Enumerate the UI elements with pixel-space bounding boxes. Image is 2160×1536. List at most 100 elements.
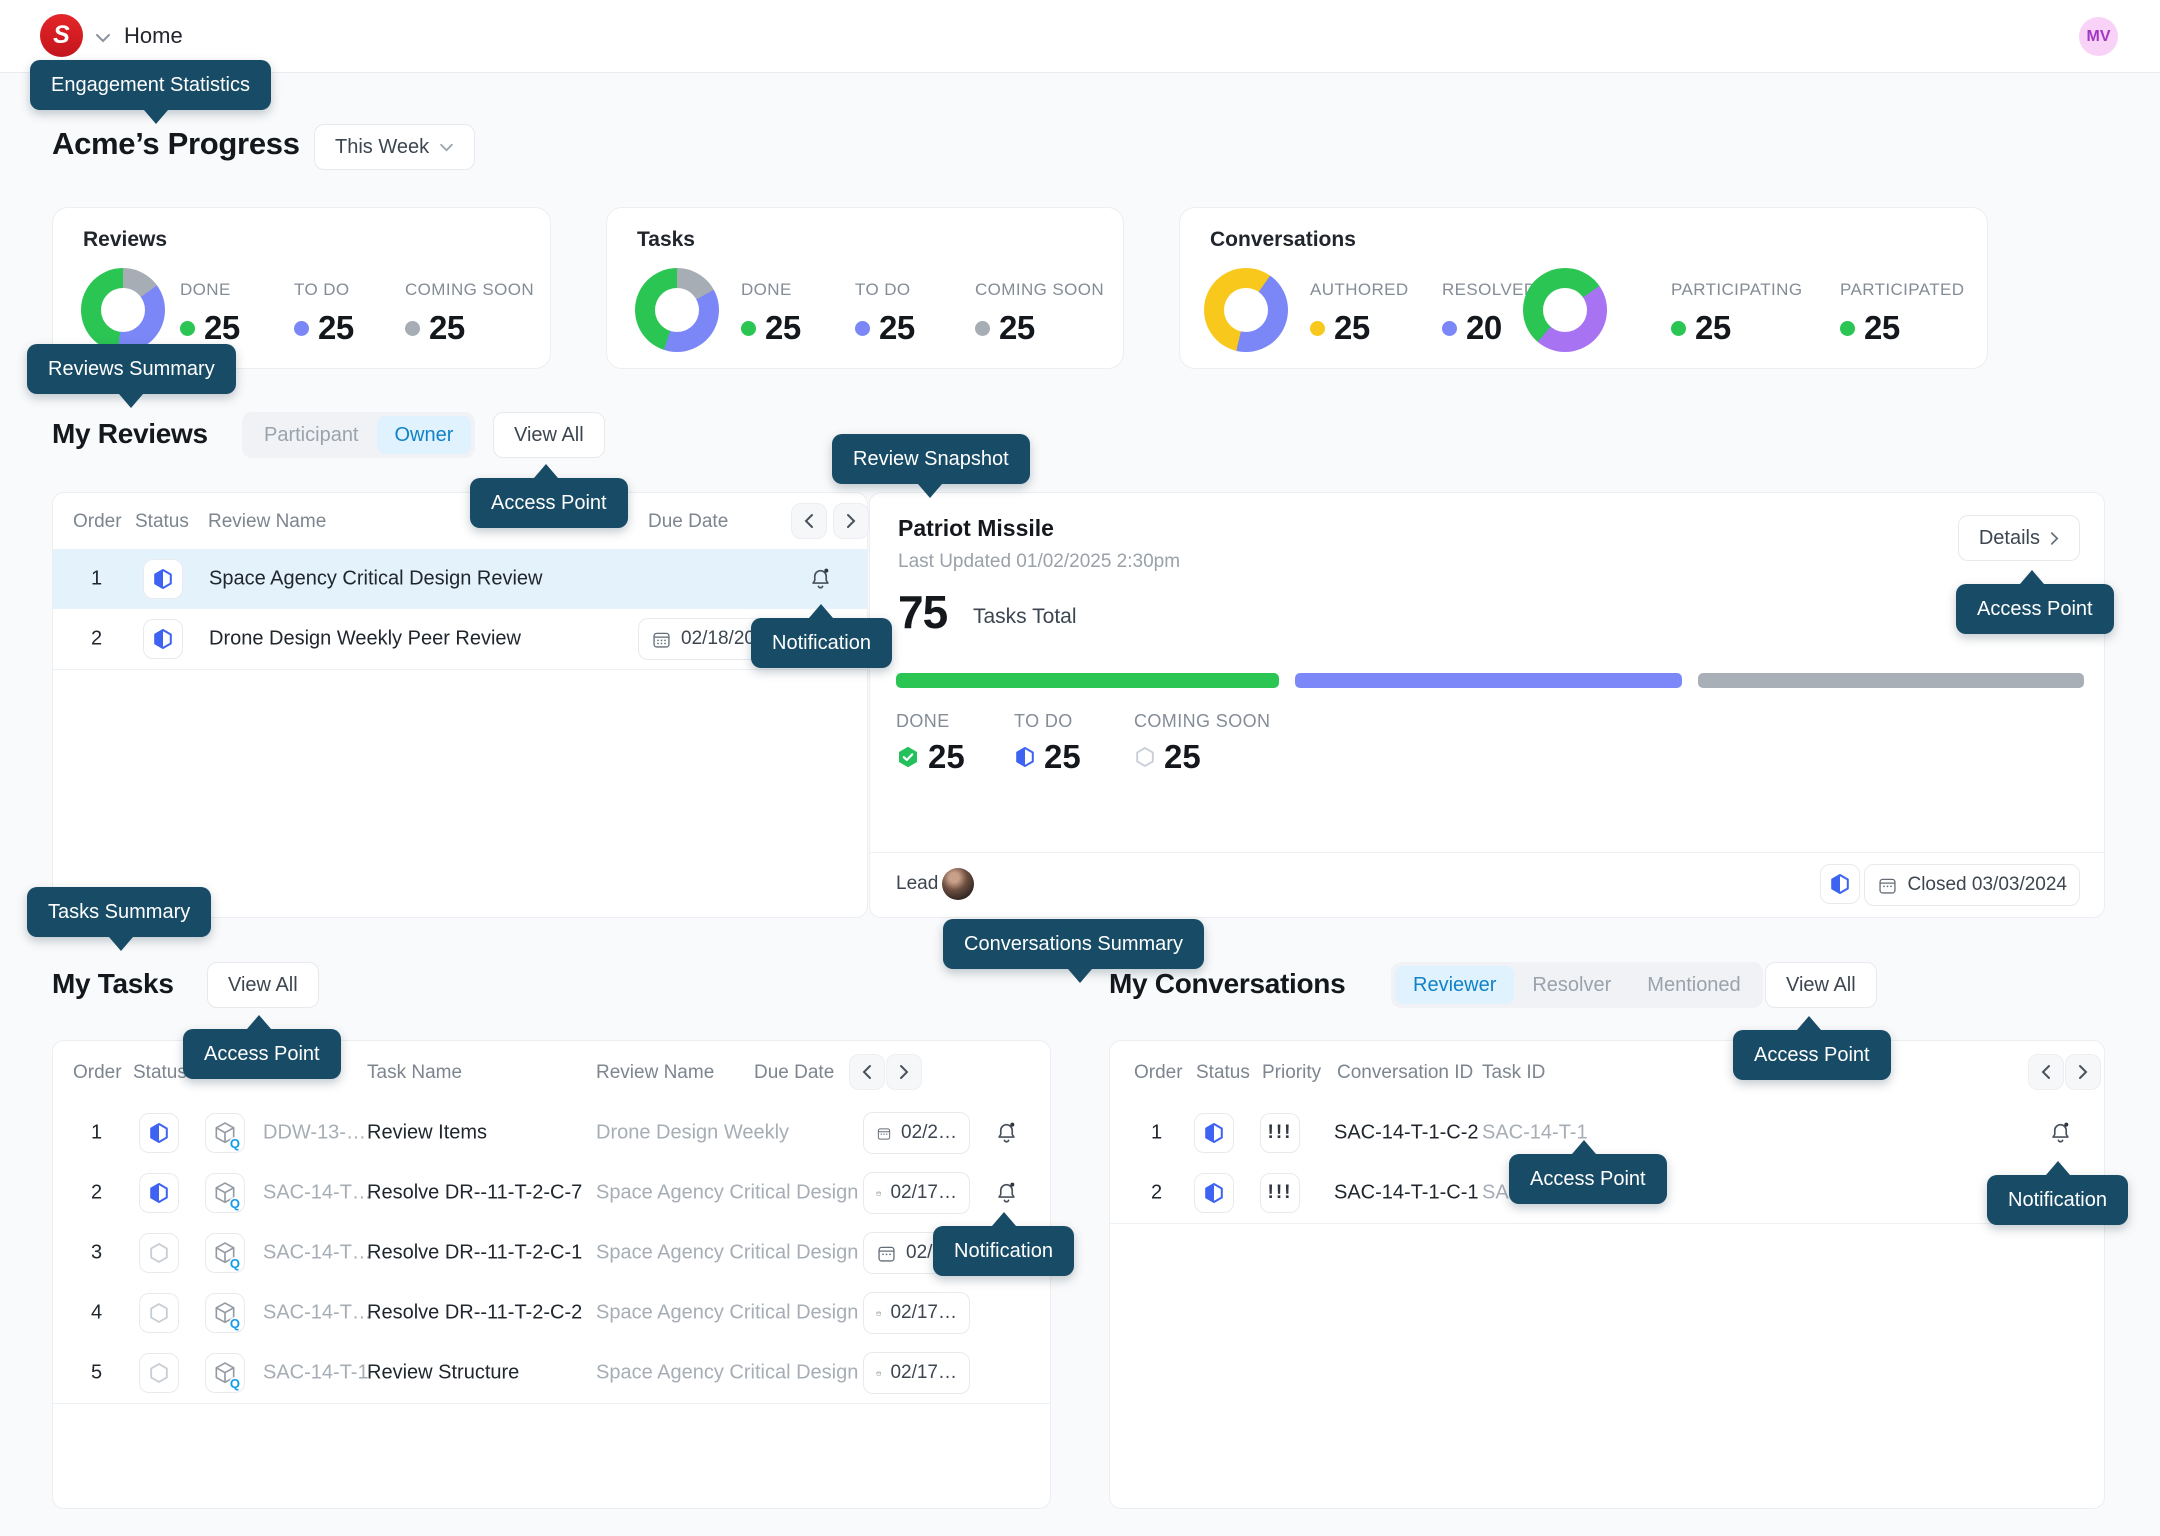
task-cube-icon: Q [205, 1113, 245, 1153]
tab-reviewer[interactable]: Reviewer [1395, 966, 1514, 1004]
order-number: 2 [1151, 1182, 1162, 1205]
status-upcoming-icon [139, 1233, 179, 1273]
calendar-icon [1877, 875, 1898, 896]
todo-dot-icon [855, 321, 870, 336]
col-priority: Priority [1262, 1062, 1321, 1084]
due-date-chip[interactable]: 02/2… [863, 1112, 970, 1154]
conversations-view-all-button[interactable]: View All [1765, 962, 1877, 1008]
metric-value: 25 [1044, 738, 1081, 776]
notification-bell-icon[interactable] [2048, 1120, 2073, 1150]
next-page-button[interactable] [2065, 1054, 2101, 1090]
snapshot-metric-todo: TO DO 25 [1014, 711, 1081, 776]
snapshot-footer: Lead Closed 03/03/2024 [870, 852, 2104, 917]
prev-page-button[interactable] [849, 1054, 885, 1090]
review-row-1[interactable]: 1 Space Agency Critical Design Review [53, 549, 867, 610]
task-id: DDW-13-… [263, 1122, 366, 1145]
done-dot-icon [741, 321, 756, 336]
metric-value: 25 [429, 309, 465, 347]
reviews-donut-chart [81, 268, 165, 352]
callout-notification-tasks: Notification [933, 1226, 1074, 1276]
conversations-metric-authored: AUTHORED 25 [1310, 280, 1409, 347]
metric-label: PARTICIPATING [1671, 280, 1802, 300]
participated-dot-icon [1840, 321, 1855, 336]
calendar-icon [651, 629, 672, 650]
lead-label: Lead [896, 873, 938, 895]
breadcrumb-home[interactable]: Home [124, 23, 183, 49]
callout-access-point-conversation-row: Access Point [1509, 1154, 1667, 1204]
reviews-view-all-button[interactable]: View All [493, 412, 605, 458]
prev-page-button[interactable] [791, 503, 827, 539]
metric-value: 25 [1334, 309, 1370, 347]
tab-owner[interactable]: Owner [377, 416, 472, 454]
conversations-table: Order Status Priority Conversation ID Ta… [1109, 1040, 2105, 1509]
resolved-dot-icon [1442, 321, 1457, 336]
status-in-progress-icon [143, 619, 183, 659]
notification-bell-icon[interactable] [808, 566, 833, 596]
callout-access-point-reviews-view-all: Access Point [470, 478, 628, 528]
snapshot-review-title: Patriot Missile [898, 515, 1054, 542]
task-row-4[interactable]: 4 Q SAC-14-T… Resolve DR--11-T-2-C-2 Spa… [53, 1283, 1050, 1344]
notification-bell-icon[interactable] [994, 1120, 1019, 1150]
tab-resolver[interactable]: Resolver [1514, 966, 1629, 1004]
task-row-1[interactable]: 1 Q DDW-13-… Review Items Drone Design W… [53, 1103, 1050, 1164]
metric-label: RESOLVED [1442, 280, 1537, 300]
status-in-progress-icon [139, 1173, 179, 1213]
calendar-icon [876, 1243, 897, 1264]
due-date-chip[interactable]: 02/17… [863, 1352, 970, 1394]
tab-mentioned[interactable]: Mentioned [1629, 966, 1758, 1004]
due-date-chip[interactable]: 02/17… [863, 1172, 970, 1214]
col-task-name: Task Name [367, 1062, 462, 1084]
callout-notification-reviews: Notification [751, 618, 892, 668]
review-name: Space Agency Critical Design [596, 1242, 858, 1265]
col-review-name: Review Name [208, 511, 326, 533]
calendar-icon [876, 1123, 892, 1144]
task-row-5[interactable]: 5 Q SAC-14-T-1 Review Structure Space Ag… [53, 1343, 1050, 1404]
status-in-progress-icon [1194, 1113, 1234, 1153]
callout-review-snapshot: Review Snapshot [832, 434, 1030, 484]
callout-engagement-statistics: Engagement Statistics [30, 60, 271, 110]
review-row-2[interactable]: 2 Drone Design Weekly Peer Review 02/18/… [53, 609, 867, 670]
next-page-button[interactable] [833, 503, 869, 539]
progress-bar-todo [1295, 673, 1682, 688]
due-date-chip[interactable]: 02/17… [863, 1292, 970, 1334]
closed-date-chip[interactable]: Closed 03/03/2024 [1864, 864, 2080, 906]
details-label: Details [1979, 527, 2040, 550]
metric-value: 25 [1695, 309, 1731, 347]
next-page-button[interactable] [886, 1054, 922, 1090]
period-select[interactable]: This Week [314, 124, 475, 170]
details-button[interactable]: Details [1958, 515, 2080, 561]
task-row-3[interactable]: 3 Q SAC-14-T… Resolve DR--11-T-2-C-1 Spa… [53, 1223, 1050, 1284]
tab-participant[interactable]: Participant [246, 416, 377, 454]
metric-label: DONE [180, 280, 240, 300]
progress-bar-done [896, 673, 1279, 688]
workspace-chevron-down-icon[interactable] [95, 30, 111, 48]
col-status: Status [135, 511, 189, 533]
order-number: 1 [1151, 1122, 1162, 1145]
col-order: Order [1134, 1062, 1183, 1084]
col-task-id: Task ID [1482, 1062, 1545, 1084]
task-name: Review Structure [367, 1362, 519, 1385]
col-review-name: Review Name [596, 1062, 714, 1084]
snapshot-metric-done: DONE 25 [896, 711, 965, 776]
reviews-table: Order Status Review Name Due Date 1 Spac… [52, 492, 868, 918]
task-id: SAC-14-T… [263, 1182, 372, 1205]
col-due-date: Due Date [754, 1062, 834, 1084]
review-name: Space Agency Critical Design [596, 1302, 858, 1325]
order-number: 2 [91, 628, 102, 651]
view-all-label: View All [228, 974, 298, 997]
status-in-progress-icon [139, 1113, 179, 1153]
user-avatar[interactable]: MV [2079, 17, 2118, 56]
todo-dot-icon [294, 321, 309, 336]
order-number: 4 [91, 1302, 102, 1325]
conversations-authored-donut-chart [1204, 268, 1288, 352]
tasks-view-all-button[interactable]: View All [207, 962, 319, 1008]
reviews-card-title: Reviews [83, 228, 167, 252]
order-number: 5 [91, 1362, 102, 1385]
tasks-metric-done: DONE 25 [741, 280, 801, 347]
prev-page-button[interactable] [2028, 1054, 2064, 1090]
my-reviews-heading: My Reviews [52, 418, 208, 450]
lead-avatar[interactable] [942, 868, 974, 900]
app-logo-icon[interactable]: S [40, 14, 83, 57]
notification-bell-icon[interactable] [994, 1180, 1019, 1210]
task-row-2[interactable]: 2 Q SAC-14-T… Resolve DR--11-T-2-C-7 Spa… [53, 1163, 1050, 1224]
